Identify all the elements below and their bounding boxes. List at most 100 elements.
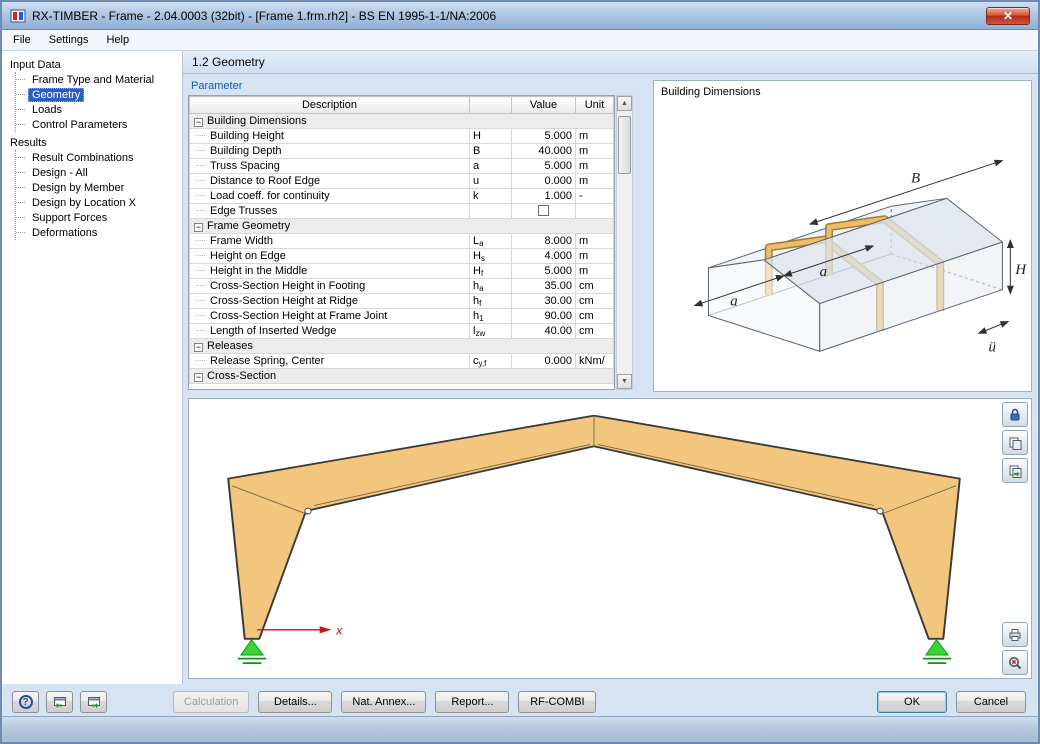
sidebar-section-input-data[interactable]: Input Data bbox=[2, 57, 182, 72]
frame-toolbar-bottom bbox=[1002, 622, 1028, 675]
help-button[interactable]: ? bbox=[12, 691, 39, 713]
parameter-row: Height in the Middle Hf 5.000 m bbox=[189, 263, 614, 279]
param-value-cell[interactable]: 5.000 bbox=[511, 158, 576, 174]
window-title: RX-TIMBER - Frame - 2.04.0003 (32bit) - … bbox=[32, 8, 497, 23]
print-button[interactable] bbox=[1002, 622, 1028, 647]
group-cell: − Releases bbox=[189, 338, 614, 354]
param-symbol: k bbox=[469, 188, 512, 204]
collapse-icon[interactable]: − bbox=[194, 118, 203, 127]
menu-settings[interactable]: Settings bbox=[40, 31, 98, 49]
jump-back-button[interactable] bbox=[46, 691, 73, 713]
sidebar-item-label: Design - All bbox=[32, 166, 88, 179]
group-cell: − Frame Geometry bbox=[189, 218, 614, 234]
x-axis-arrow: x bbox=[257, 624, 343, 637]
param-symbol: u bbox=[469, 173, 512, 189]
building-dimensions-drawing: B H a a ü bbox=[693, 159, 1027, 355]
collapse-icon[interactable]: − bbox=[194, 223, 203, 232]
sidebar-item-label: Support Forces bbox=[32, 211, 108, 224]
sidebar-item-design-by-member[interactable]: Design by Member bbox=[16, 180, 182, 195]
sidebar-item-design-by-location-x[interactable]: Design by Location X bbox=[16, 195, 182, 210]
param-unit: kNm/ bbox=[575, 353, 614, 369]
sidebar-section-results[interactable]: Results bbox=[2, 135, 182, 150]
param-value-cell[interactable]: 0.000 bbox=[511, 353, 576, 369]
cancel-button[interactable]: Cancel bbox=[956, 691, 1026, 713]
details-button[interactable]: Details... bbox=[258, 691, 333, 713]
param-value-cell[interactable]: 90.00 bbox=[511, 308, 576, 324]
sidebar-item-label: Design by Member bbox=[32, 181, 125, 194]
symbol-text: u bbox=[473, 175, 480, 187]
param-description-text: Cross-Section Height at Frame Joint bbox=[210, 310, 388, 322]
param-description: Frame Width bbox=[189, 233, 470, 249]
param-description: Cross-Section Height at Ridge bbox=[189, 293, 470, 309]
sidebar-section-children: Frame Type and Material Geometry Loads Cont… bbox=[15, 72, 182, 132]
parameter-scrollbar[interactable]: ▲ ▼ bbox=[616, 95, 633, 390]
jump-forward-button[interactable] bbox=[80, 691, 107, 713]
zoom-cancel-icon bbox=[1009, 656, 1022, 669]
frame-toolbar-top bbox=[1002, 402, 1028, 483]
parameter-table: Description Value Unit − Building Dimensi… bbox=[189, 96, 614, 384]
param-description-text: Edge Trusses bbox=[210, 205, 278, 217]
param-value-cell[interactable]: 8.000 bbox=[511, 233, 576, 249]
param-description: Release Spring, Center bbox=[189, 353, 470, 369]
param-unit: m bbox=[575, 158, 614, 174]
param-value-cell[interactable]: 1.000 bbox=[511, 188, 576, 204]
menu-file[interactable]: File bbox=[4, 31, 40, 49]
support-symbol-left bbox=[237, 638, 267, 664]
collapse-icon[interactable]: − bbox=[194, 373, 203, 382]
national-annex-button[interactable]: Nat. Annex... bbox=[341, 691, 427, 713]
sidebar-item-deformations[interactable]: Deformations bbox=[16, 225, 182, 240]
scroll-up-icon[interactable]: ▲ bbox=[617, 96, 632, 111]
parameter-row: − Releases bbox=[189, 338, 614, 354]
scrollbar-thumb[interactable] bbox=[618, 116, 631, 174]
sidebar-item-geometry[interactable]: Geometry bbox=[16, 87, 182, 102]
symbol-text: H bbox=[473, 265, 481, 277]
report-button[interactable]: Report... bbox=[435, 691, 510, 713]
param-value-cell[interactable]: 0.000 bbox=[511, 173, 576, 189]
sidebar-item-support-forces[interactable]: Support Forces bbox=[16, 210, 182, 225]
param-value-cell[interactable]: 30.00 bbox=[511, 293, 576, 309]
sidebar-item-design-all[interactable]: Design - All bbox=[16, 165, 182, 180]
main-area: 1.2 Geometry Parameter Description Value… bbox=[183, 51, 1038, 684]
param-value-cell[interactable]: 4.000 bbox=[511, 248, 576, 264]
symbol-text: H bbox=[473, 250, 481, 262]
param-unit bbox=[575, 203, 614, 219]
copy-graphic-button[interactable] bbox=[1002, 430, 1028, 455]
menu-help[interactable]: Help bbox=[97, 31, 138, 49]
support-symbol-right bbox=[922, 638, 952, 664]
jump-back-icon bbox=[53, 697, 66, 709]
copy-table-button[interactable] bbox=[1002, 458, 1028, 483]
scrollbar-track[interactable] bbox=[617, 111, 632, 374]
param-value-cell[interactable]: 35.00 bbox=[511, 278, 576, 294]
group-label: Frame Geometry bbox=[207, 220, 291, 232]
zoom-cancel-button[interactable] bbox=[1002, 650, 1028, 675]
rf-combi-button[interactable]: RF-COMBI bbox=[518, 691, 597, 713]
symbol-subscript: f bbox=[479, 299, 482, 308]
parameter-row: Building Depth B 40.000 m bbox=[189, 143, 614, 159]
close-button[interactable]: ✕ bbox=[986, 6, 1030, 25]
param-value-cell[interactable]: 40.00 bbox=[511, 323, 576, 339]
param-description: Height on Edge bbox=[189, 248, 470, 264]
tree-connector bbox=[196, 315, 205, 316]
sidebar-item-control-parameters[interactable]: Control Parameters bbox=[16, 117, 182, 132]
collapse-icon[interactable]: − bbox=[194, 343, 203, 352]
ok-button[interactable]: OK bbox=[877, 691, 947, 713]
param-value-cell[interactable]: 5.000 bbox=[511, 128, 576, 144]
sidebar-item-result-combinations[interactable]: Result Combinations bbox=[16, 150, 182, 165]
param-value-cell[interactable]: 5.000 bbox=[511, 263, 576, 279]
parameter-row: Distance to Roof Edge u 0.000 m bbox=[189, 173, 614, 189]
param-value-cell[interactable] bbox=[511, 203, 576, 219]
param-value-cell[interactable]: 40.000 bbox=[511, 143, 576, 159]
scroll-down-icon[interactable]: ▼ bbox=[617, 374, 632, 389]
page-title: 1.2 Geometry bbox=[183, 51, 1038, 74]
param-description: Edge Trusses bbox=[189, 203, 470, 219]
frame-view-panel[interactable]: x bbox=[188, 398, 1032, 679]
param-symbol: cy,f bbox=[469, 353, 512, 369]
param-description-text: Load coeff. for continuity bbox=[210, 190, 330, 202]
sidebar-item-frame-type-and-material[interactable]: Frame Type and Material bbox=[16, 72, 182, 87]
param-symbol: La bbox=[469, 233, 512, 249]
tree-connector bbox=[196, 240, 205, 241]
edge-trusses-checkbox[interactable] bbox=[538, 205, 549, 216]
lock-view-button[interactable] bbox=[1002, 402, 1028, 427]
sidebar-item-loads[interactable]: Loads bbox=[16, 102, 182, 117]
title-bar[interactable]: RX-TIMBER - Frame - 2.04.0003 (32bit) - … bbox=[2, 2, 1038, 30]
